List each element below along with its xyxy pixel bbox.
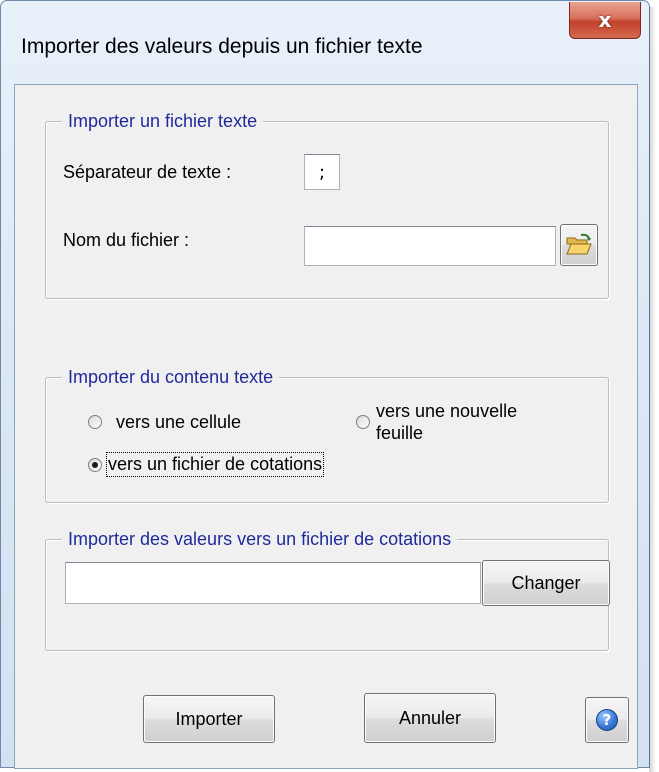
quotes-file-path-input[interactable] xyxy=(65,562,481,604)
import-button[interactable]: Importer xyxy=(143,695,275,743)
radio-to-new-sheet-line2: feuille xyxy=(376,423,424,443)
import-file-group: Importer un fichier texte Séparateur de … xyxy=(45,110,609,299)
radio-to-cell-label[interactable]: vers une cellule xyxy=(116,412,241,433)
close-icon: x xyxy=(598,8,612,32)
radio-to-quotes-file-label[interactable]: vers un fichier de cotations xyxy=(105,452,325,477)
change-button[interactable]: Changer xyxy=(482,560,610,606)
radio-to-new-sheet[interactable] xyxy=(356,415,370,429)
filename-input[interactable] xyxy=(304,226,556,266)
import-file-legend: Importer un fichier texte xyxy=(62,110,264,132)
import-content-group: Importer du contenu texte vers une cellu… xyxy=(45,366,609,503)
close-button[interactable]: x xyxy=(569,2,641,39)
dialog-client-area: Importer un fichier texte Séparateur de … xyxy=(14,84,638,769)
help-button[interactable]: ? xyxy=(585,697,629,743)
import-values-legend: Importer des valeurs vers un fichier de … xyxy=(62,528,458,550)
cancel-button[interactable]: Annuler xyxy=(364,693,496,743)
separator-label: Séparateur de texte : xyxy=(63,162,232,182)
radio-to-new-sheet-line1: vers une nouvelle xyxy=(376,401,518,421)
browse-file-button[interactable] xyxy=(560,224,598,266)
import-values-group: Importer des valeurs vers un fichier de … xyxy=(45,528,610,651)
window-title: Importer des valeurs depuis un fichier t… xyxy=(21,35,423,58)
dialog-window: Importer des valeurs depuis un fichier t… xyxy=(0,0,656,772)
import-content-legend: Importer du contenu texte xyxy=(62,366,280,388)
separator-input[interactable]: ; xyxy=(304,154,340,190)
radio-to-cell[interactable] xyxy=(88,415,102,429)
radio-to-new-sheet-label[interactable]: vers une nouvelle feuille xyxy=(376,400,517,444)
radio-to-quotes-file[interactable] xyxy=(88,458,102,472)
folder-open-icon xyxy=(566,233,592,255)
filename-label: Nom du fichier : xyxy=(63,230,190,250)
help-icon: ? xyxy=(596,709,618,731)
